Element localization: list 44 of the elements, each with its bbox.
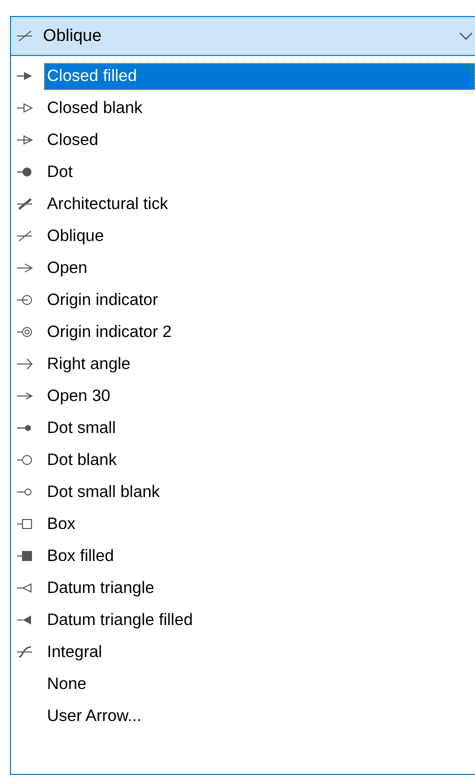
dropdown-option[interactable]: Closed filled	[44, 62, 475, 90]
chevron-down-icon	[459, 32, 473, 40]
circle-icon	[17, 454, 33, 466]
dropdown-option[interactable]: Closed blank	[44, 94, 475, 122]
dropdown-option[interactable]: Box filled	[44, 542, 475, 570]
closed-arrow-icon	[17, 134, 33, 146]
dropdown-option[interactable]: Closed	[44, 126, 475, 154]
dropdown-option[interactable]: Integral	[44, 638, 475, 666]
circle-icon	[17, 486, 33, 498]
hollow-arrow-icon	[17, 102, 33, 114]
dropdown-option[interactable]: Oblique	[44, 222, 475, 250]
open-arrow-icon	[17, 390, 33, 402]
dropdown-option[interactable]: User Arrow...	[44, 702, 475, 730]
open-arrow-icon	[17, 262, 33, 274]
dropdown-option[interactable]: Dot small blank	[44, 478, 475, 506]
dot-icon	[17, 422, 33, 434]
dropdown-option[interactable]: Architectural tick	[44, 190, 475, 218]
square-icon	[17, 550, 33, 562]
dropdown-option[interactable]: Dot	[44, 158, 475, 186]
dropdown-option[interactable]: Origin indicator 2	[44, 318, 475, 346]
integral-icon	[17, 646, 33, 658]
oblique-icon	[17, 30, 33, 42]
dropdown-option[interactable]: None	[44, 670, 475, 698]
tick-icon	[17, 198, 33, 210]
dropdown-option[interactable]: Origin indicator	[44, 286, 475, 314]
filled-arrow-icon	[17, 70, 33, 82]
dropdown-option[interactable]: Right angle	[44, 350, 475, 378]
arrow-icon	[17, 358, 33, 370]
dropdown-option[interactable]: Open	[44, 254, 475, 282]
circle-icon	[17, 294, 33, 306]
triangle-icon	[17, 614, 33, 626]
dropdown-option[interactable]: Box	[44, 510, 475, 538]
oblique-icon	[17, 230, 33, 242]
target-icon	[17, 326, 33, 338]
selected-value: Oblique	[43, 26, 102, 46]
square-icon	[17, 518, 33, 530]
dropdown-option[interactable]: Dot blank	[44, 446, 475, 474]
arrow-style-dropdown[interactable]: Oblique	[10, 16, 475, 56]
dropdown-option[interactable]: Datum triangle filled	[44, 606, 475, 634]
triangle-icon	[17, 582, 33, 594]
dot-icon	[17, 166, 33, 178]
dropdown-option[interactable]: Datum triangle	[44, 574, 475, 602]
dropdown-option[interactable]: Open 30	[44, 382, 475, 410]
dropdown-option[interactable]: Dot small	[44, 414, 475, 442]
